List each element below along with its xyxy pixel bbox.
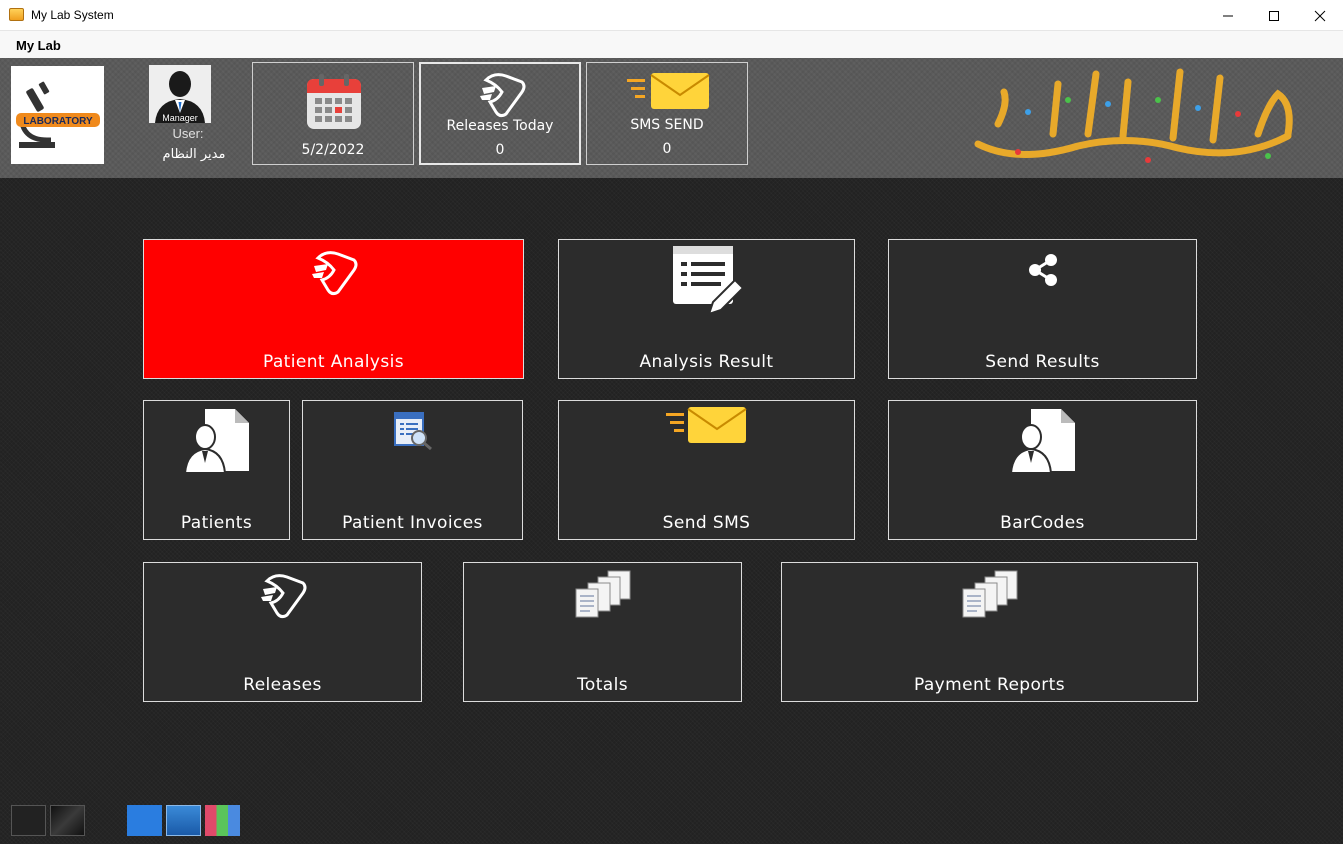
- maximize-icon: [1269, 10, 1279, 21]
- totals-label: Totals: [577, 675, 628, 695]
- theme-swatch-black[interactable]: [50, 805, 85, 836]
- app-icon: [9, 8, 24, 21]
- sms-send-label: SMS SEND: [630, 117, 704, 133]
- documents-stack-icon: [575, 570, 630, 618]
- releases-today-label: Releases Today: [446, 118, 554, 134]
- envelope-icon: [627, 73, 710, 109]
- patients-tile[interactable]: Patients: [143, 400, 290, 540]
- patient-analysis-tile[interactable]: Patient Analysis: [143, 239, 524, 379]
- user-caption: User:: [172, 126, 204, 141]
- totals-tile[interactable]: Totals: [463, 562, 742, 702]
- maximize-button[interactable]: [1251, 0, 1297, 31]
- svg-text:LABORATORY: LABORATORY: [23, 116, 93, 127]
- avatar: Manager: [149, 65, 211, 123]
- patients-label: Patients: [180, 513, 253, 533]
- theme-swatch-blue-glass[interactable]: [166, 805, 201, 836]
- invoice-search-icon: [393, 412, 432, 451]
- envelope-icon: [665, 407, 747, 443]
- analysis-result-tile[interactable]: Analysis Result: [558, 239, 855, 379]
- theme-swatch-colorful[interactable]: [205, 805, 240, 836]
- scroll-icon: [311, 251, 357, 296]
- calendar-icon: [307, 74, 361, 129]
- send-results-tile[interactable]: Send Results: [888, 239, 1197, 379]
- minimize-button[interactable]: [1205, 0, 1251, 31]
- document-edit-icon: [672, 246, 744, 316]
- theme-swatch-dark[interactable]: [11, 805, 46, 836]
- releases-tile[interactable]: Releases: [143, 562, 422, 702]
- user-name: مدير النظام: [162, 147, 226, 162]
- scroll-icon: [480, 73, 526, 118]
- send-results-label: Send Results: [985, 352, 1100, 372]
- patient-invoices-tile[interactable]: Patient Invoices: [302, 400, 523, 540]
- calligraphy-banner: [974, 68, 1293, 163]
- header-panel: LABORATORY Manager User: مدير النظام 5/2…: [0, 58, 1343, 178]
- theme-swatch-blue[interactable]: [127, 805, 162, 836]
- patient-file-icon: [1009, 409, 1075, 474]
- releases-label: Releases: [243, 675, 322, 695]
- menu-my-lab[interactable]: My Lab: [16, 38, 61, 53]
- payment-reports-tile[interactable]: Payment Reports: [781, 562, 1198, 702]
- barcodes-tile[interactable]: BarCodes: [888, 400, 1197, 540]
- send-sms-label: Send SMS: [662, 513, 751, 533]
- patient-invoices-label: Patient Invoices: [342, 513, 483, 533]
- title-bar: My Lab System: [0, 0, 1343, 31]
- send-sms-tile[interactable]: Send SMS: [558, 400, 855, 540]
- documents-stack-icon: [962, 570, 1017, 618]
- avatar-role-label: Manager: [162, 113, 198, 123]
- sms-send-box[interactable]: SMS SEND 0: [586, 62, 748, 165]
- minimize-icon: [1223, 15, 1233, 16]
- menu-bar: My Lab: [0, 31, 1343, 58]
- close-button[interactable]: [1297, 0, 1343, 31]
- releases-today-count: 0: [495, 142, 505, 158]
- sms-send-count: 0: [662, 141, 672, 157]
- microscope-icon: LABORATORY: [16, 81, 100, 148]
- scroll-icon: [260, 574, 306, 619]
- patient-analysis-label: Patient Analysis: [262, 352, 405, 372]
- payment-reports-label: Payment Reports: [913, 675, 1066, 695]
- barcodes-label: BarCodes: [1000, 513, 1085, 533]
- patient-file-icon: [183, 409, 249, 474]
- laboratory-logo: LABORATORY: [11, 66, 104, 164]
- share-icon: [1028, 254, 1057, 286]
- close-icon: [1314, 10, 1326, 21]
- releases-today-box[interactable]: Releases Today 0: [419, 62, 581, 165]
- date-box[interactable]: 5/2/2022: [252, 62, 414, 165]
- window-title: My Lab System: [31, 8, 114, 22]
- analysis-result-label: Analysis Result: [639, 352, 774, 372]
- current-date: 5/2/2022: [301, 142, 365, 158]
